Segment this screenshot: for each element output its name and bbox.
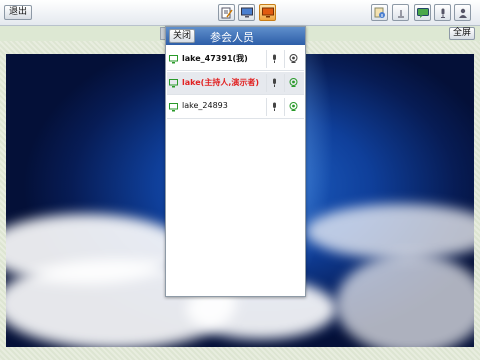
participant-name: lake_47391(我) — [182, 54, 248, 63]
presentation-icon[interactable] — [259, 4, 276, 21]
microphone-icon[interactable] — [271, 78, 278, 88]
participant-name: lake_24893 — [182, 101, 228, 110]
participant-row[interactable]: lake(主持人,演示者) — [167, 72, 304, 95]
microphone-icon[interactable] — [271, 102, 278, 112]
chat-icon[interactable] — [414, 4, 431, 21]
column-divider — [284, 74, 285, 92]
microphone-icon[interactable] — [271, 54, 278, 64]
camera-icon[interactable] — [289, 54, 298, 63]
participant-name: lake(主持人,演示者) — [182, 78, 260, 87]
close-button[interactable]: 关闭 — [169, 29, 196, 43]
participant-row[interactable]: lake_24893 — [167, 96, 304, 119]
column-divider — [266, 50, 267, 68]
mic-user-icon[interactable] — [434, 4, 451, 21]
camera-icon[interactable] — [289, 78, 298, 87]
monitor-icon — [169, 79, 178, 88]
cloud-shape — [306, 204, 474, 259]
info-icon[interactable] — [371, 4, 388, 21]
participants-panel: 关闭 参会人员 lake_47391(我) lake(主持人,演示者) lake… — [165, 26, 306, 297]
monitor-icon — [169, 55, 178, 64]
upload-icon[interactable] — [392, 4, 409, 21]
column-divider — [266, 98, 267, 116]
cloud-shape — [336, 254, 474, 347]
column-divider — [284, 98, 285, 116]
column-divider — [266, 74, 267, 92]
top-toolbar: 退出 — [0, 0, 480, 26]
document-icon[interactable] — [218, 4, 235, 21]
panel-header: 关闭 参会人员 — [166, 27, 305, 45]
participant-row[interactable]: lake_47391(我) — [167, 48, 304, 71]
exit-button[interactable]: 退出 — [4, 5, 33, 20]
screen-share-icon[interactable] — [238, 4, 255, 21]
panel-title: 参会人员 — [210, 31, 254, 44]
user-icon[interactable] — [454, 4, 471, 21]
monitor-icon — [169, 103, 178, 112]
camera-icon[interactable] — [289, 102, 298, 111]
fullscreen-button[interactable]: 全屏 — [449, 27, 476, 40]
column-divider — [284, 50, 285, 68]
